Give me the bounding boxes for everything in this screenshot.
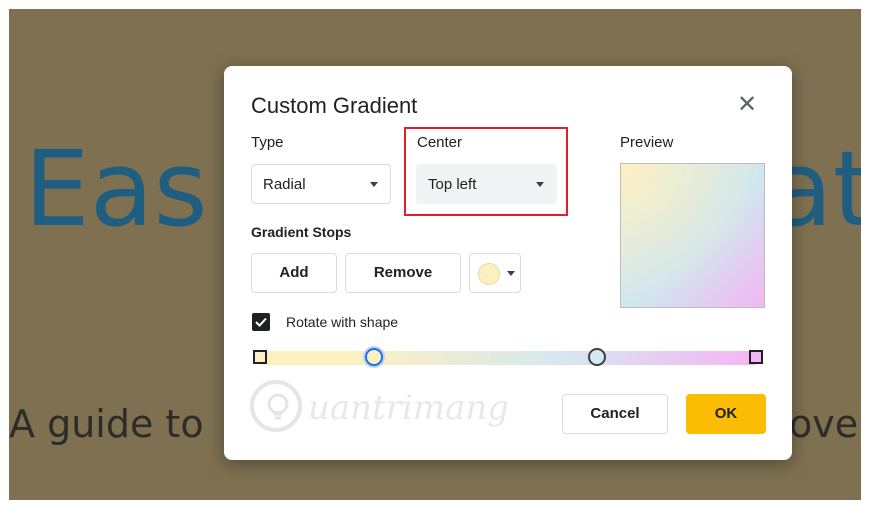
stop-color-picker[interactable]: [469, 253, 521, 293]
slide-title-left: Eas: [24, 128, 208, 250]
preview-label: Preview: [620, 134, 674, 151]
gradient-stop-start[interactable]: [253, 350, 267, 364]
gradient-slider-track[interactable]: [260, 351, 756, 365]
cancel-button[interactable]: Cancel: [562, 394, 668, 434]
watermark-text: uantrimang: [308, 388, 510, 428]
gradient-stop-end[interactable]: [749, 350, 763, 364]
chevron-down-icon: [370, 182, 378, 187]
gradient-stop-middle[interactable]: [588, 348, 606, 366]
remove-stop-button[interactable]: Remove: [345, 253, 461, 293]
custom-gradient-dialog: Custom Gradient ✕ Type Radial Center Top…: [224, 66, 792, 460]
highlight-box: [404, 127, 568, 216]
type-label: Type: [251, 134, 284, 151]
checkmark-icon: [255, 317, 267, 327]
watermark-logo: uantrimang: [248, 378, 509, 442]
rotate-label: Rotate with shape: [286, 314, 399, 330]
gradient-stops-label: Gradient Stops: [251, 224, 352, 240]
rotate-checkbox[interactable]: [252, 313, 270, 331]
add-stop-button[interactable]: Add: [251, 253, 337, 293]
type-value: Radial: [263, 176, 306, 193]
gradient-stop-selected[interactable]: [365, 348, 383, 366]
dialog-title: Custom Gradient: [251, 93, 418, 118]
slide-subtitle-left: A guide to: [9, 402, 204, 446]
chevron-down-icon: [507, 271, 515, 276]
close-icon[interactable]: ✕: [733, 91, 761, 119]
slide-subtitle-right: ove i: [789, 402, 861, 446]
gradient-preview: [620, 163, 765, 308]
ok-button[interactable]: OK: [686, 394, 766, 434]
bulb-logo-icon: [250, 380, 302, 432]
color-swatch-icon: [478, 263, 500, 285]
type-select[interactable]: Radial: [251, 164, 391, 204]
